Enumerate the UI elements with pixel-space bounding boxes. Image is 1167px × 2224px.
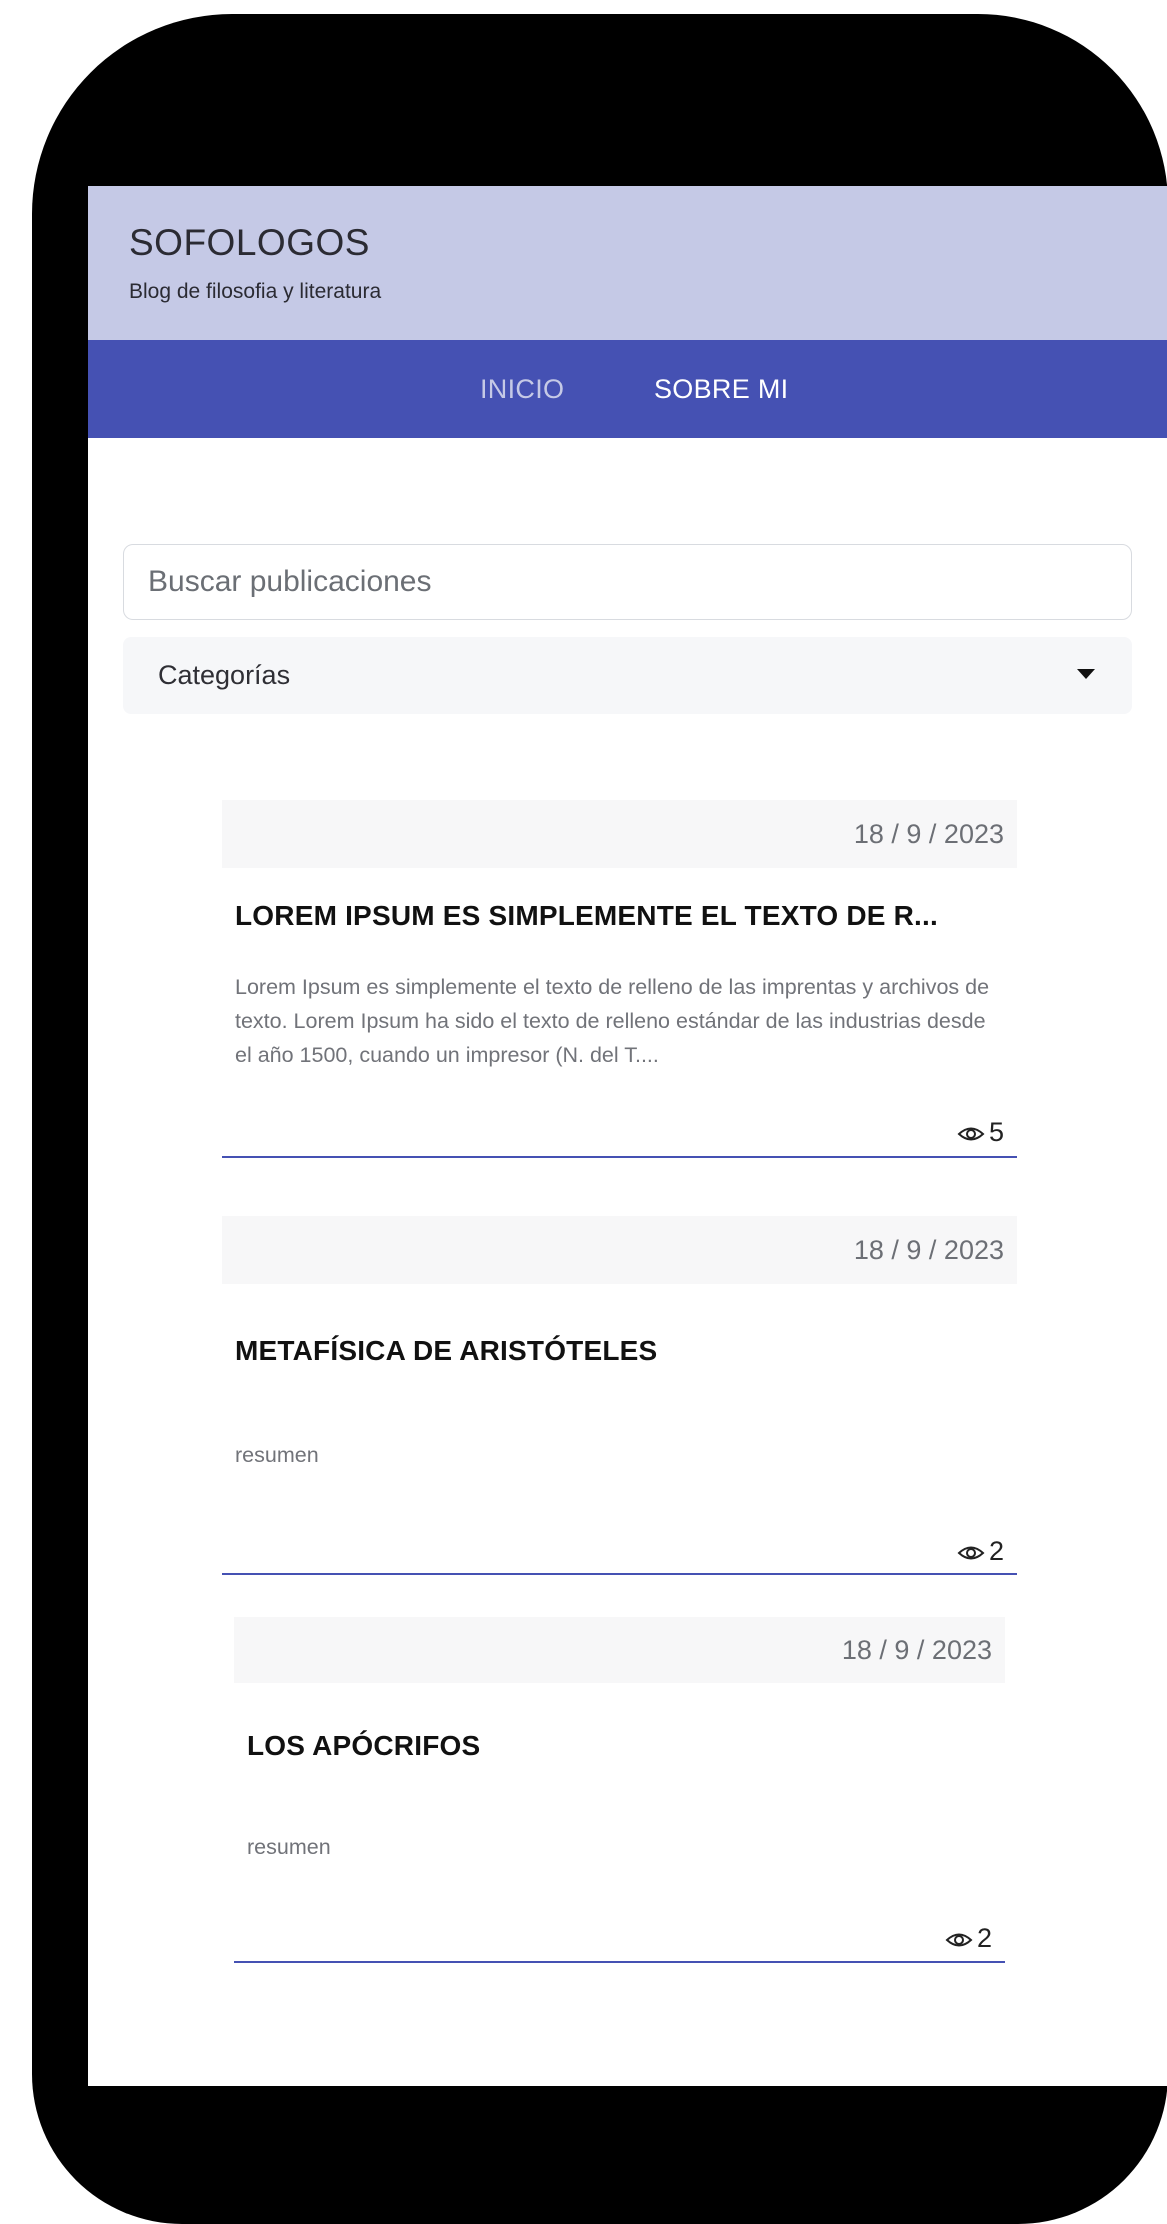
post-title[interactable]: METAFÍSICA DE ARISTÓTELES — [235, 1335, 657, 1367]
main-nav: INICIO SOBRE MI — [88, 340, 1167, 438]
post-date-bar: 18 / 9 / 2023 — [234, 1617, 1005, 1683]
post-excerpt: resumen — [235, 1443, 319, 1467]
post-divider — [222, 1156, 1017, 1158]
post-excerpt: Lorem Ipsum es simplemente el texto de r… — [235, 975, 990, 1067]
post-date-bar: 18 / 9 / 2023 — [222, 800, 1017, 868]
site-header: SOFOLOGOS Blog de filosofia y literatura — [88, 186, 1167, 340]
caret-down-icon — [1077, 669, 1095, 679]
nav-item-inicio[interactable]: INICIO — [480, 340, 564, 438]
post-title[interactable]: LOS APÓCRIFOS — [247, 1730, 480, 1762]
post-card[interactable]: 18 / 9 / 2023 METAFÍSICA DE ARISTÓTELES … — [222, 1216, 1017, 1576]
nav-item-sobre-mi[interactable]: SOBRE MI — [654, 340, 788, 438]
phone-frame: SOFOLOGOS Blog de filosofia y literatura… — [32, 14, 1167, 2224]
post-title[interactable]: LOREM IPSUM ES SIMPLEMENTE EL TEXTO DE R… — [235, 900, 938, 932]
post-views-count: 2 — [976, 1923, 992, 1953]
post-views: 2 — [945, 1923, 992, 1954]
post-card[interactable]: 18 / 9 / 2023 LOREM IPSUM ES SIMPLEMENTE… — [222, 800, 1017, 1160]
post-views: 2 — [957, 1536, 1004, 1567]
categories-dropdown[interactable]: Categorías — [123, 637, 1132, 714]
post-divider — [234, 1961, 1005, 1963]
site-tagline: Blog de filosofia y literatura — [129, 280, 382, 303]
search-input[interactable] — [148, 545, 1088, 618]
post-date: 18 / 9 / 2023 — [853, 819, 1004, 849]
site-title[interactable]: SOFOLOGOS — [129, 222, 370, 264]
post-divider — [222, 1573, 1017, 1575]
post-views: 5 — [957, 1117, 1004, 1148]
eye-icon — [945, 1933, 973, 1947]
post-views-count: 2 — [988, 1536, 1004, 1566]
phone-screen: SOFOLOGOS Blog de filosofia y literatura… — [88, 186, 1167, 2086]
post-excerpt: resumen — [247, 1835, 331, 1859]
post-date: 18 / 9 / 2023 — [841, 1635, 992, 1665]
categories-label: Categorías — [158, 660, 291, 690]
eye-icon — [957, 1127, 985, 1141]
post-card[interactable]: 18 / 9 / 2023 LOS APÓCRIFOS resumen 2 — [234, 1617, 1005, 1977]
eye-icon — [957, 1546, 985, 1560]
post-date-bar: 18 / 9 / 2023 — [222, 1216, 1017, 1284]
search-box — [123, 544, 1132, 620]
post-date: 18 / 9 / 2023 — [853, 1235, 1004, 1265]
post-views-count: 5 — [988, 1117, 1004, 1147]
